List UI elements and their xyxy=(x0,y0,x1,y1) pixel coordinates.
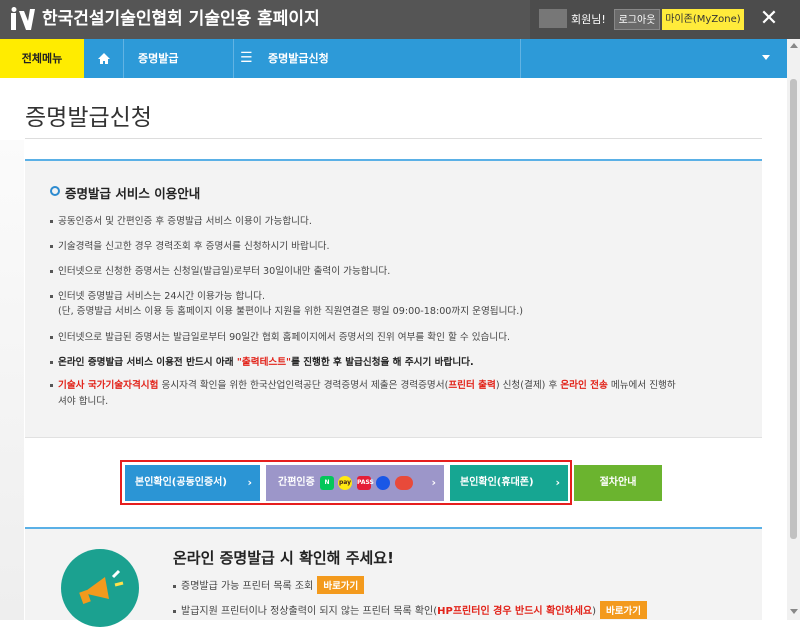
printer-list-item: 증명발급 가능 프린터 목록 조회 바로가기 xyxy=(173,576,365,594)
phone-auth-label: 본인확인(휴대폰) xyxy=(460,477,534,488)
notice-item: 공동인증서 및 간편인증 후 증명발급 서비스 이용이 가능합니다. xyxy=(50,214,312,229)
chevron-right-icon: › xyxy=(247,476,252,489)
chevron-down-icon[interactable] xyxy=(762,55,770,60)
divider xyxy=(25,138,762,139)
notice-item: 인터넷 증명발급 서비스는 24시간 이용가능 합니다. xyxy=(50,289,265,304)
procedure-guide-button[interactable]: 절차안내 xyxy=(574,465,662,501)
print-test-highlight: "출력테스트" xyxy=(236,357,292,368)
user-name-masked xyxy=(539,9,567,28)
nav-item-cert-apply[interactable]: 증명발급신청 xyxy=(260,39,521,78)
cert-auth-button[interactable]: 본인확인(공동인증서) › xyxy=(125,465,260,501)
printer-issue-go-button[interactable]: 바로가기 xyxy=(600,601,647,619)
notice-item: 기술경력을 신고한 경우 경력조회 후 증명서를 신청하시기 바랍니다. xyxy=(50,239,330,254)
printer-list-go-button[interactable]: 바로가기 xyxy=(317,576,365,594)
notice-item-note: (단, 증명발급 서비스 이용 등 홈페이지 이용 불편이나 지원을 위한 직원… xyxy=(58,306,524,317)
toss-icon xyxy=(376,476,390,490)
all-menu-button[interactable]: 전체메뉴 xyxy=(0,39,84,78)
kocea-logo-icon xyxy=(11,7,35,30)
home-button[interactable] xyxy=(84,39,124,78)
cert-auth-label: 본인확인(공동인증서) xyxy=(135,477,227,488)
print-info-heading: 온라인 증명발급 시 확인해 주세요! xyxy=(173,549,394,567)
pass-icon: PASS xyxy=(357,476,374,490)
close-icon[interactable]: ✕ xyxy=(756,4,782,34)
chevron-right-icon: › xyxy=(431,476,436,489)
megaphone-icon xyxy=(61,549,139,627)
notice-item: 인터넷으로 발급된 증명서는 발급일로부터 90일간 협회 홈페이지에서 증명서… xyxy=(50,330,510,345)
main-navbar: 전체메뉴 증명발급 ☰ 증명발급신청 xyxy=(0,39,787,78)
nav-item-cert-label: 증명발급 xyxy=(138,52,179,65)
myzone-button[interactable]: 마이존(MyZone) xyxy=(662,9,744,30)
notice-item-important: 온라인 증명발급 서비스 이용전 반드시 아래 "출력테스트"를 진행한 후 발… xyxy=(50,355,474,370)
nav-item-cert[interactable]: 증명발급 xyxy=(124,39,234,78)
page-title: 증명발급신청 xyxy=(25,105,152,131)
notice-item-exam: 기술사 국가기술자격시험 응시자격 확인을 위한 한국산업인력공단 경력증명서 … xyxy=(50,378,750,393)
scroll-thumb[interactable] xyxy=(790,79,797,539)
printer-issue-item: 발급지원 프린터이나 정상출력이 되지 않는 프린터 목록 확인(HP프린터인 … xyxy=(173,601,647,619)
simple-auth-button[interactable]: 간편인증 › xyxy=(266,465,444,501)
logout-button[interactable]: 로그아웃 xyxy=(614,9,660,30)
user-greeting: 회원님! xyxy=(571,13,606,26)
menu-icon[interactable]: ☰ xyxy=(240,39,253,78)
phone-auth-button[interactable]: 본인확인(휴대폰) › xyxy=(450,465,568,501)
notice-item-exam-cont: 셔야 합니다. xyxy=(58,396,109,407)
notice-heading: 증명발급 서비스 이용안내 xyxy=(65,186,201,201)
naver-pay-icon: N xyxy=(320,476,334,490)
kakao-pay-icon: pay xyxy=(338,476,352,490)
scroll-down-icon[interactable] xyxy=(790,609,798,614)
circle-bullet-icon xyxy=(50,186,60,196)
window-titlebar: 한국건설기술인협회 기술인용 홈페이지 회원님! 로그아웃 마이존(MyZone… xyxy=(0,0,800,39)
window-title: 한국건설기술인협회 기술인용 홈페이지 xyxy=(42,9,320,29)
notice-item: 인터넷으로 신청한 증명서는 신청일(발급일)로부터 30일이내만 출력이 가능… xyxy=(50,264,390,279)
vertical-scrollbar[interactable] xyxy=(787,39,800,620)
chevron-right-icon: › xyxy=(555,476,560,489)
background-decoration xyxy=(0,140,24,620)
payco-icon xyxy=(395,476,413,490)
scroll-up-icon[interactable] xyxy=(790,43,798,48)
home-icon xyxy=(98,53,110,64)
simple-auth-label: 간편인증 xyxy=(278,477,315,488)
nav-item-cert-apply-label: 증명발급신청 xyxy=(268,52,329,65)
